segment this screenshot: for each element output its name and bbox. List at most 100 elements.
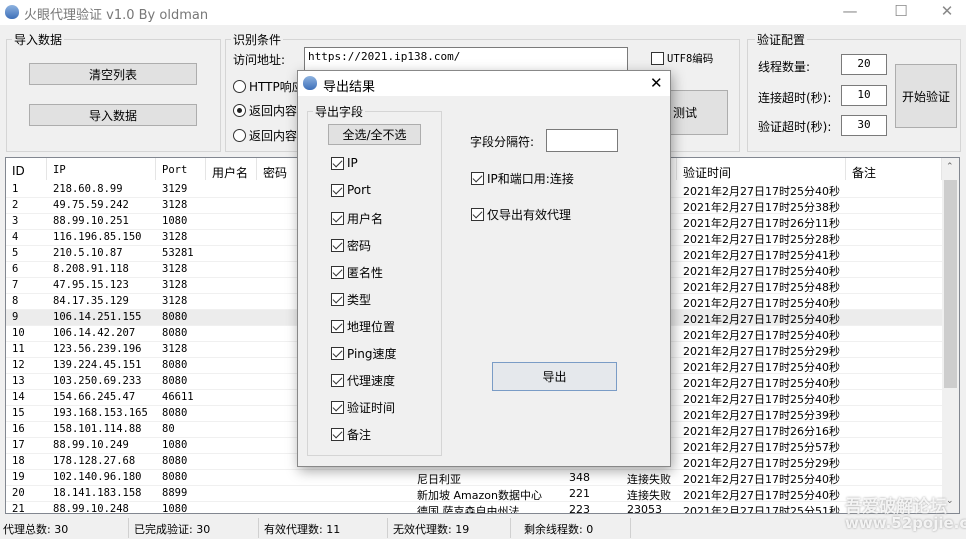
table-cell: 2021年2月27日17时25分40秒 — [683, 377, 840, 390]
title-bar: 火眼代理验证 v1.0 By oldman — ☐ ✕ — [0, 0, 966, 25]
table-cell: 德国 萨克森自由州法 — [417, 505, 520, 514]
close-button[interactable]: ✕ — [937, 2, 957, 20]
col-header-verify-time[interactable]: 验证时间 — [677, 158, 846, 180]
table-cell: 尼日利亚 — [417, 473, 461, 486]
verify-timeout-input[interactable]: 30 — [841, 115, 887, 136]
ip-port-colon-checkbox[interactable]: IP和端口用:连接 — [471, 170, 574, 187]
start-verify-button[interactable]: 开始验证 — [895, 64, 957, 128]
table-cell: 10 — [12, 327, 25, 339]
field-checkbox-4[interactable]: 密码 — [331, 237, 371, 254]
test-button-label: 测试 — [673, 106, 698, 120]
threads-input[interactable]: 20 — [841, 54, 887, 75]
field-label: 用户名 — [347, 212, 384, 226]
field-checkbox-6[interactable]: 类型 — [331, 291, 371, 308]
field-checkbox-1[interactable]: IP — [331, 156, 358, 170]
export-dialog: 导出结果 ✕ 导出字段 全选/全不选 IP Port 用户名 密码 匿名性 类型 地理位置 P… — [297, 70, 671, 467]
threads-label: 线程数量: — [758, 60, 811, 74]
radio-icon — [233, 80, 246, 93]
table-cell: 3128 — [162, 199, 188, 211]
field-checkbox-2[interactable]: Port — [331, 183, 371, 197]
field-checkbox-5[interactable]: 匿名性 — [331, 264, 383, 281]
table-cell: 2021年2月27日17时25分40秒 — [683, 361, 840, 374]
radio-return-content-1[interactable]: 返回内容 — [233, 102, 297, 119]
checkbox-checked-icon — [331, 156, 344, 170]
table-cell: 2021年2月27日17时25分40秒 — [683, 297, 840, 310]
table-cell: 2021年2月27日17时25分29秒 — [683, 345, 840, 358]
import-group-label: 导入数据 — [12, 31, 65, 48]
field-checkbox-9[interactable]: 代理速度 — [331, 372, 395, 389]
checkbox-checked-icon — [331, 428, 344, 441]
import-data-button[interactable]: 导入数据 — [29, 104, 197, 126]
separator-label: 字段分隔符: — [470, 135, 535, 149]
field-checkbox-8[interactable]: Ping速度 — [331, 345, 397, 362]
table-cell: 88.99.10.251 — [53, 215, 129, 227]
table-cell: 47.95.15.123 — [53, 279, 129, 291]
table-cell: 2021年2月27日17时25分57秒 — [683, 441, 840, 454]
col-header-port[interactable]: Port — [156, 158, 206, 180]
export-button[interactable]: 导出 — [492, 362, 617, 391]
table-cell: 4 — [12, 231, 19, 243]
table-cell: 1080 — [162, 215, 188, 227]
table-cell: 2021年2月27日17时25分38秒 — [683, 201, 840, 214]
col-header-id[interactable]: ID — [6, 158, 47, 180]
table-cell: 106.14.42.207 — [53, 327, 136, 339]
col-header-ip[interactable]: IP — [47, 158, 156, 180]
table-cell: 46611 — [162, 391, 194, 403]
table-cell: 103.250.69.233 — [53, 375, 142, 387]
table-cell: 20 — [12, 487, 25, 499]
radio-selected-icon — [233, 104, 246, 117]
table-cell: 8899 — [162, 487, 188, 499]
table-row[interactable]: 20 18.141.183.158 8899 新加坡 Amazon数据中心 221 连接失… — [6, 486, 942, 502]
radio-icon — [233, 129, 246, 142]
checkbox-checked-icon — [331, 293, 344, 306]
table-cell: 3128 — [162, 231, 188, 243]
table-row[interactable]: 21 88.99.10.248 1080 德国 萨克森自由州法 223 23053 2021… — [6, 502, 942, 514]
field-label: 匿名性 — [347, 266, 384, 280]
field-checkbox-7[interactable]: 地理位置 — [331, 318, 395, 335]
scrollbar-thumb[interactable] — [944, 180, 957, 388]
table-cell: 2021年2月27日17时25分40秒 — [683, 473, 840, 486]
valid-only-checkbox[interactable]: 仅导出有效代理 — [471, 206, 571, 223]
table-cell: 2021年2月27日17时26分11秒 — [683, 217, 840, 230]
table-cell: 5 — [12, 247, 19, 259]
valid-only-label: 仅导出有效代理 — [487, 208, 572, 222]
separator-input[interactable] — [546, 129, 618, 152]
conn-timeout-input[interactable]: 10 — [841, 85, 887, 106]
field-label: 密码 — [347, 239, 372, 253]
table-cell: 12 — [12, 359, 25, 371]
table-cell: 1 — [12, 183, 19, 195]
radio-http-response[interactable]: HTTP响应 — [233, 78, 304, 95]
table-cell: 8080 — [162, 455, 188, 467]
field-checkbox-3[interactable]: 用户名 — [331, 210, 383, 227]
dialog-close-button[interactable]: ✕ — [650, 74, 663, 92]
radio-return-content-2[interactable]: 返回内容 — [233, 127, 297, 144]
url-input[interactable]: https://2021.ip138.com/ — [304, 47, 628, 71]
col-header-note[interactable]: 备注 — [846, 158, 942, 180]
table-cell: 158.101.114.88 — [53, 423, 142, 435]
table-cell: 17 — [12, 439, 25, 451]
app-logo-icon — [5, 5, 19, 19]
field-label: IP — [347, 156, 358, 170]
utf8-checkbox[interactable]: UTF8编码 — [651, 51, 713, 66]
toggle-all-button[interactable]: 全选/全不选 — [328, 124, 421, 145]
table-row[interactable]: 19 102.140.96.180 8080 尼日利亚 348 连接失败 2021年2月27… — [6, 470, 942, 486]
scroll-up-icon[interactable]: ⌃ — [946, 162, 954, 172]
status-invalid: 无效代理数: 19 — [393, 523, 470, 536]
checkbox-checked-icon — [331, 347, 344, 360]
vertical-scrollbar[interactable]: ⌃ ⌄ — [942, 158, 959, 513]
table-cell: 139.224.45.151 — [53, 359, 142, 371]
field-checkbox-11[interactable]: 备注 — [331, 426, 371, 443]
minimize-button[interactable]: — — [840, 2, 860, 20]
scroll-down-icon[interactable]: ⌄ — [946, 496, 954, 506]
checkbox-checked-icon — [471, 172, 484, 185]
checkbox-checked-icon — [331, 212, 344, 225]
status-divider — [258, 518, 259, 538]
field-checkbox-10[interactable]: 验证时间 — [331, 399, 395, 416]
maximize-button[interactable]: ☐ — [891, 2, 911, 20]
col-header-username[interactable]: 用户名 — [206, 158, 257, 180]
table-cell: 80 — [162, 423, 175, 435]
checkbox-checked-icon — [331, 239, 344, 252]
table-cell: 193.168.153.165 — [53, 407, 148, 419]
clear-list-button[interactable]: 清空列表 — [29, 63, 197, 85]
table-cell: 3 — [12, 215, 19, 227]
